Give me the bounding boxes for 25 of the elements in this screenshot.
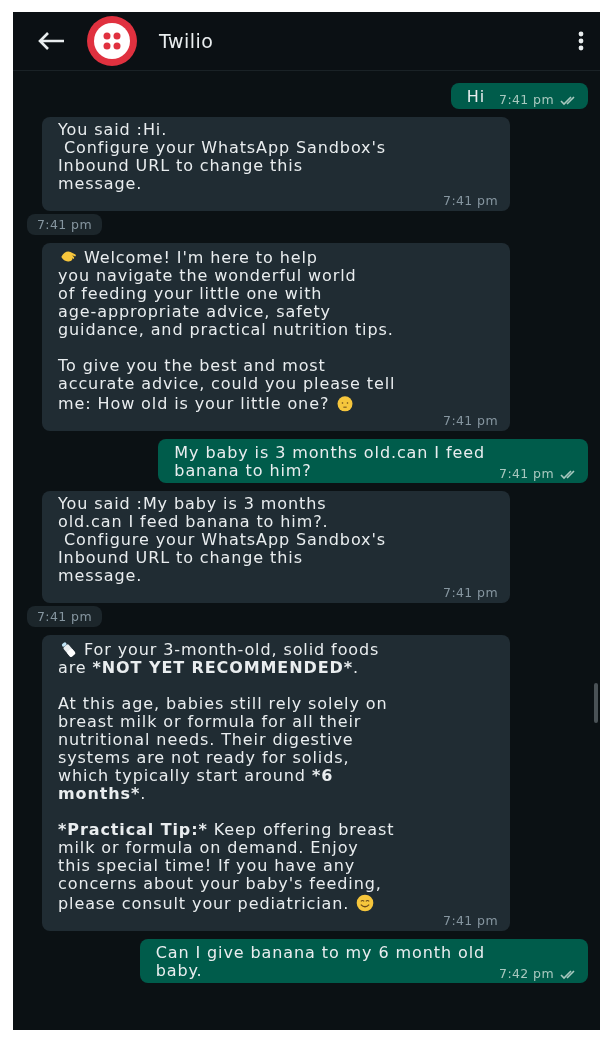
message-text: At this age, babies still rely solely on breast milk or formula for all their nutritional needs. Their digestive systems are not ready for solids, which typically start around *6 months*. [58, 695, 389, 803]
message-text: To give you the best and most accurate advice, could you please tell me: How old is your little one? [58, 357, 397, 413]
message-time: 7:41 pm [499, 90, 554, 109]
menu-icon[interactable] [578, 31, 584, 51]
message-text: Welcome! I'm here to help you navigate the wonderful world of feeding your little one with age-appropriate advice, safety guidance, and practical nutrition tips. [58, 247, 395, 339]
message-time: 7:41 pm [443, 911, 498, 930]
message-text: You said :My baby is 3 months old.can I feed banana to him?. Configure your WhatsApp Sandbox's Inbound URL to change this message. [58, 495, 388, 585]
message-text: Hi [466, 88, 486, 106]
message-time: 7:42 pm [499, 964, 554, 983]
message-text: For your 3-month-old, solid foods are *NOT YET RECOMMENDED*. [58, 639, 381, 677]
message-time: 7:41 pm [443, 411, 498, 430]
message-time: 7:41 pm [443, 583, 498, 602]
avatar-icon[interactable] [87, 16, 137, 66]
message-text: My baby is 3 months old.can I feed banana to him? [174, 444, 486, 480]
message-time: 7:41 pm [499, 464, 554, 483]
message-text: Can I give banana to my 6 month old baby. [155, 944, 486, 980]
time-stamp: 7:41 pm [27, 606, 102, 627]
time-stamp: 7:41 pm [27, 214, 102, 235]
message-text: You said :Hi. Configure your WhatsApp Sandbox's Inbound URL to change this message. [58, 121, 388, 193]
smiling-face-icon [355, 893, 376, 913]
back-icon[interactable] [37, 31, 65, 51]
message-time: 7:41 pm [443, 191, 498, 210]
contact-name[interactable]: Twilio [159, 30, 556, 52]
scrollbar[interactable] [594, 683, 598, 723]
message-text: *Practical Tip:* Keep offering breast milk or formula on demand. Enjoy this special time! If you have any concerns about your baby's feeding, please consult your pediatrician. [58, 821, 396, 913]
